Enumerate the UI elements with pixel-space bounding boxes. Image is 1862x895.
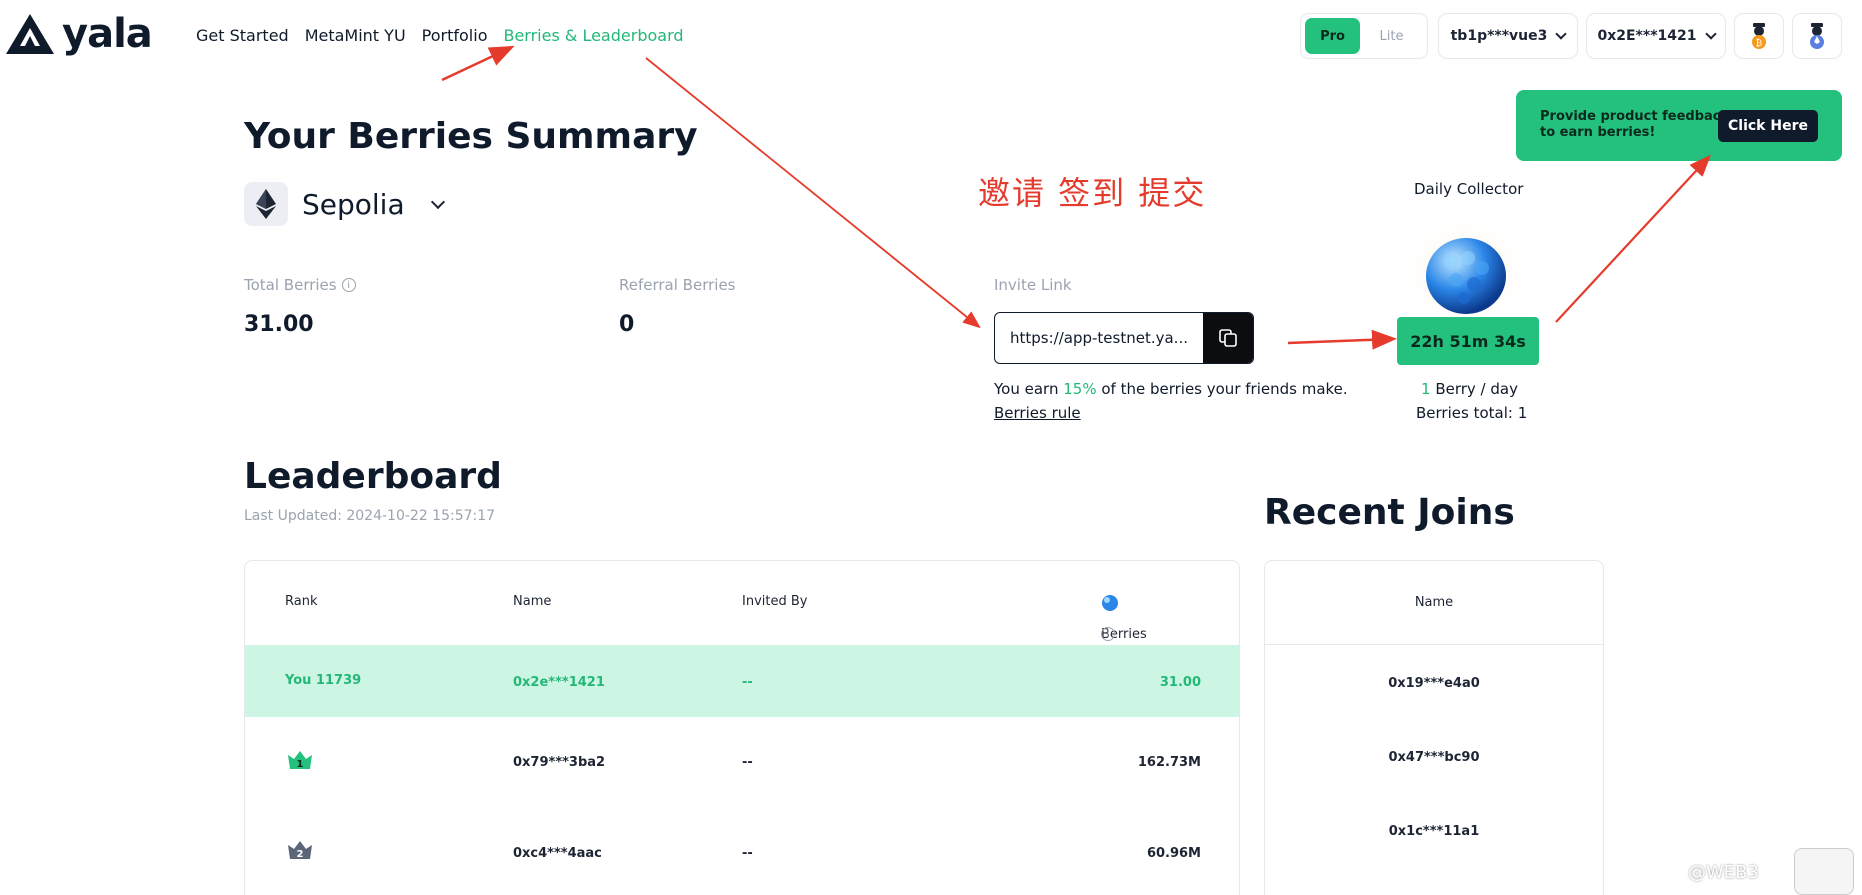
- table-row-you: You 11739 0x2e***1421 -- 31.00: [245, 645, 1239, 717]
- leaderboard-header: Rank Name Invited By Berries i: [245, 561, 1239, 645]
- network-name: Sepolia: [302, 187, 405, 221]
- silver-crown-rank-icon: 2: [288, 841, 312, 860]
- ethereum-avatar-icon: [1810, 23, 1824, 49]
- you-name: 0x2e***1421: [513, 675, 605, 690]
- nav-berries-leaderboard[interactable]: Berries & Leaderboard: [503, 26, 683, 45]
- nav-metamint-yu[interactable]: MetaMint YU: [305, 26, 406, 45]
- recent-joins-header: Name: [1265, 561, 1603, 645]
- chevron-down-icon: [1555, 27, 1568, 40]
- nav-get-started[interactable]: Get Started: [196, 26, 289, 45]
- invited-by-header: Invited By: [742, 594, 808, 609]
- total-berries-value: 31.00: [244, 312, 314, 337]
- berry-image: [1406, 218, 1526, 328]
- ethereum-icon: [244, 182, 288, 226]
- arrow-to-feedback: [1555, 154, 1711, 323]
- arrow-to-collect: [1287, 329, 1397, 350]
- pro-lite-toggle: Pro Lite: [1300, 13, 1428, 59]
- yala-logo[interactable]: yala: [6, 11, 153, 57]
- daily-collector-title: Daily Collector: [1414, 180, 1524, 198]
- chevron-down-icon: [430, 194, 445, 209]
- chevron-down-icon: [1704, 27, 1717, 40]
- row-name: 0xc4***4aac: [513, 846, 602, 861]
- berries-total: Berries total: 1: [1416, 404, 1528, 422]
- table-row: 2 0xc4***4aac -- 60.96M: [245, 809, 1239, 895]
- evm-wallet-address: 0x2E***1421: [1597, 28, 1697, 44]
- row-berries: 162.73M: [1137, 755, 1201, 770]
- table-row: 1 0x79***3ba2 -- 162.73M: [245, 717, 1239, 809]
- last-updated: Last Updated: 2024-10-22 15:57:17: [244, 508, 496, 524]
- invite-link-label: Invite Link: [994, 276, 1072, 294]
- lite-tab[interactable]: Lite: [1360, 18, 1423, 54]
- feedback-text: Provide product feedback to earn berries…: [1540, 109, 1730, 140]
- earn-percent: 15%: [1063, 380, 1097, 398]
- row-name: 0x79***3ba2: [513, 755, 606, 770]
- referral-berries-label: Referral Berries: [619, 276, 736, 294]
- network-selector[interactable]: Sepolia: [244, 182, 445, 226]
- pro-tab[interactable]: Pro: [1305, 18, 1361, 54]
- copy-icon: [1219, 329, 1237, 347]
- btc-wallet-address: tb1p***vue3: [1450, 28, 1548, 44]
- nav-portfolio[interactable]: Portfolio: [422, 26, 488, 45]
- berries-header[interactable]: Berries i: [1101, 594, 1147, 642]
- main-nav: Get Started MetaMint YU Portfolio Berrie…: [196, 26, 684, 45]
- list-item: 0x19***e4a0: [1388, 676, 1480, 691]
- leaderboard-title: Leaderboard: [244, 456, 502, 497]
- invite-link-field: https://app-testnet.ya...: [994, 312, 1254, 364]
- bitcoin-avatar-icon: ₿: [1752, 23, 1766, 49]
- page: yala Get Started MetaMint YU Portfolio B…: [0, 0, 1862, 895]
- berries-per-day: 1 Berry / day: [1421, 380, 1518, 398]
- mountain-logo-icon: [6, 14, 54, 54]
- info-icon[interactable]: i: [341, 278, 356, 292]
- info-icon[interactable]: i: [1101, 627, 1115, 641]
- you-berries: 31.00: [1159, 675, 1201, 690]
- total-berries-label: Total Berries i: [244, 276, 356, 294]
- btc-wallet-dropdown[interactable]: tb1p***vue3: [1438, 13, 1578, 59]
- svg-text:1: 1: [297, 759, 304, 770]
- recent-joins-table: Name 0x19***e4a0 0x47***bc90 0x1c***11a1: [1264, 560, 1604, 895]
- list-item: 0x47***bc90: [1388, 750, 1480, 765]
- click-here-button[interactable]: Click Here: [1718, 110, 1818, 142]
- watermark: @WEB3: [1688, 862, 1759, 883]
- logo-text: yala: [62, 11, 153, 57]
- help-widget[interactable]: [1794, 848, 1854, 895]
- bitcoin-network-button[interactable]: ₿: [1734, 13, 1784, 59]
- arrow-to-nav: [441, 45, 515, 82]
- recent-joins-title: Recent Joins: [1264, 492, 1515, 533]
- gold-crown-rank-icon: 1: [288, 751, 312, 770]
- daily-collect-button[interactable]: 22h 51m 34s: [1397, 317, 1539, 365]
- name-header: Name: [513, 594, 552, 609]
- rank-header: Rank: [285, 594, 318, 609]
- leaderboard-table: Rank Name Invited By Berries i You 11739…: [244, 560, 1240, 895]
- ethereum-network-button[interactable]: [1792, 13, 1842, 59]
- evm-wallet-dropdown[interactable]: 0x2E***1421: [1586, 13, 1726, 59]
- list-item: 0x1c***11a1: [1388, 824, 1480, 839]
- referral-berries-value: 0: [619, 312, 635, 337]
- svg-text:2: 2: [297, 849, 304, 860]
- earn-text: You earn 15% of the berries your friends…: [994, 380, 1348, 398]
- feedback-banner: Provide product feedback to earn berries…: [1516, 90, 1842, 161]
- row-invited-by: --: [742, 846, 753, 861]
- you-invited-by: --: [742, 675, 753, 690]
- invite-url[interactable]: https://app-testnet.ya...: [995, 313, 1203, 363]
- svg-text:₿: ₿: [1756, 38, 1763, 49]
- you-rank: You 11739: [285, 673, 362, 688]
- row-berries: 60.96M: [1146, 846, 1201, 861]
- berries-rule-link[interactable]: Berries rule: [994, 404, 1081, 422]
- row-invited-by: --: [742, 755, 753, 770]
- handwritten-annotation: 邀请 签到 提交: [978, 174, 1207, 212]
- berry-icon: [1102, 595, 1118, 611]
- copy-button[interactable]: [1203, 313, 1253, 363]
- page-title: Your Berries Summary: [244, 116, 698, 157]
